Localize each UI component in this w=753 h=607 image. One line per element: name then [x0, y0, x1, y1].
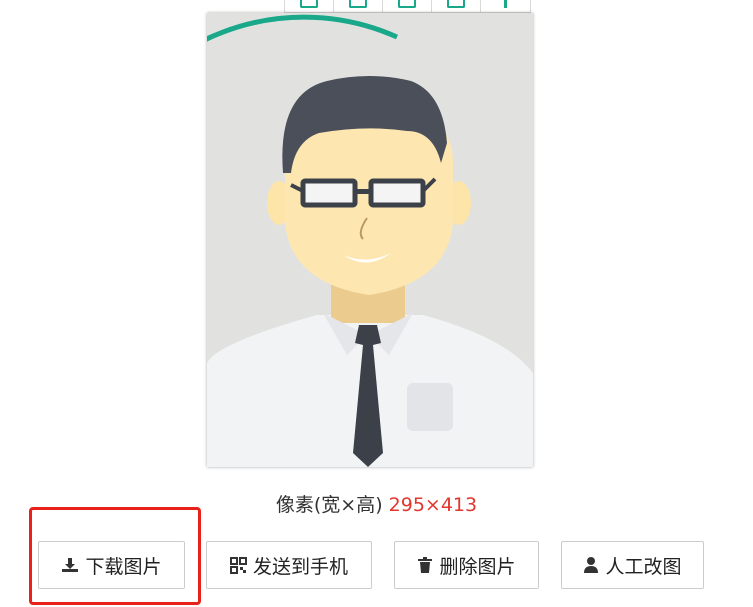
delete-image-button[interactable]: 删除图片: [394, 541, 539, 589]
trash-icon: [417, 556, 433, 574]
avatar-illustration: [207, 14, 533, 467]
glasses-left-lens: [300, 178, 358, 208]
toolbar-download-button[interactable]: [481, 0, 530, 12]
pixel-dimensions-value: 295×413: [388, 494, 478, 516]
download-arrow-icon: [504, 0, 507, 8]
image-toolbar: [284, 0, 531, 13]
pixel-dimensions-label: 像素(宽×高): [275, 494, 383, 516]
download-highlight-box: [29, 507, 201, 605]
user-icon: [583, 556, 599, 574]
shirt-pocket: [407, 383, 453, 431]
id-photo-preview: [207, 13, 533, 467]
compare-icon: [349, 0, 367, 8]
crop-icon: [300, 0, 318, 8]
toolbar-resize-button[interactable]: [432, 0, 481, 12]
send-to-phone-button[interactable]: 发送到手机: [206, 541, 372, 589]
toolbar-background-button[interactable]: [383, 0, 432, 12]
background-icon: [398, 0, 416, 8]
resize-icon: [447, 0, 465, 8]
toolbar-compare-button[interactable]: [334, 0, 383, 12]
manual-edit-button[interactable]: 人工改图: [561, 541, 704, 589]
send-to-phone-label: 发送到手机: [252, 555, 348, 578]
glasses-right-lens: [368, 178, 426, 208]
toolbar-crop-button[interactable]: [285, 0, 334, 12]
delete-image-label: 删除图片: [439, 555, 516, 578]
glasses-bridge: [355, 189, 371, 194]
qrcode-icon: [229, 556, 247, 574]
manual-edit-label: 人工改图: [605, 555, 682, 578]
